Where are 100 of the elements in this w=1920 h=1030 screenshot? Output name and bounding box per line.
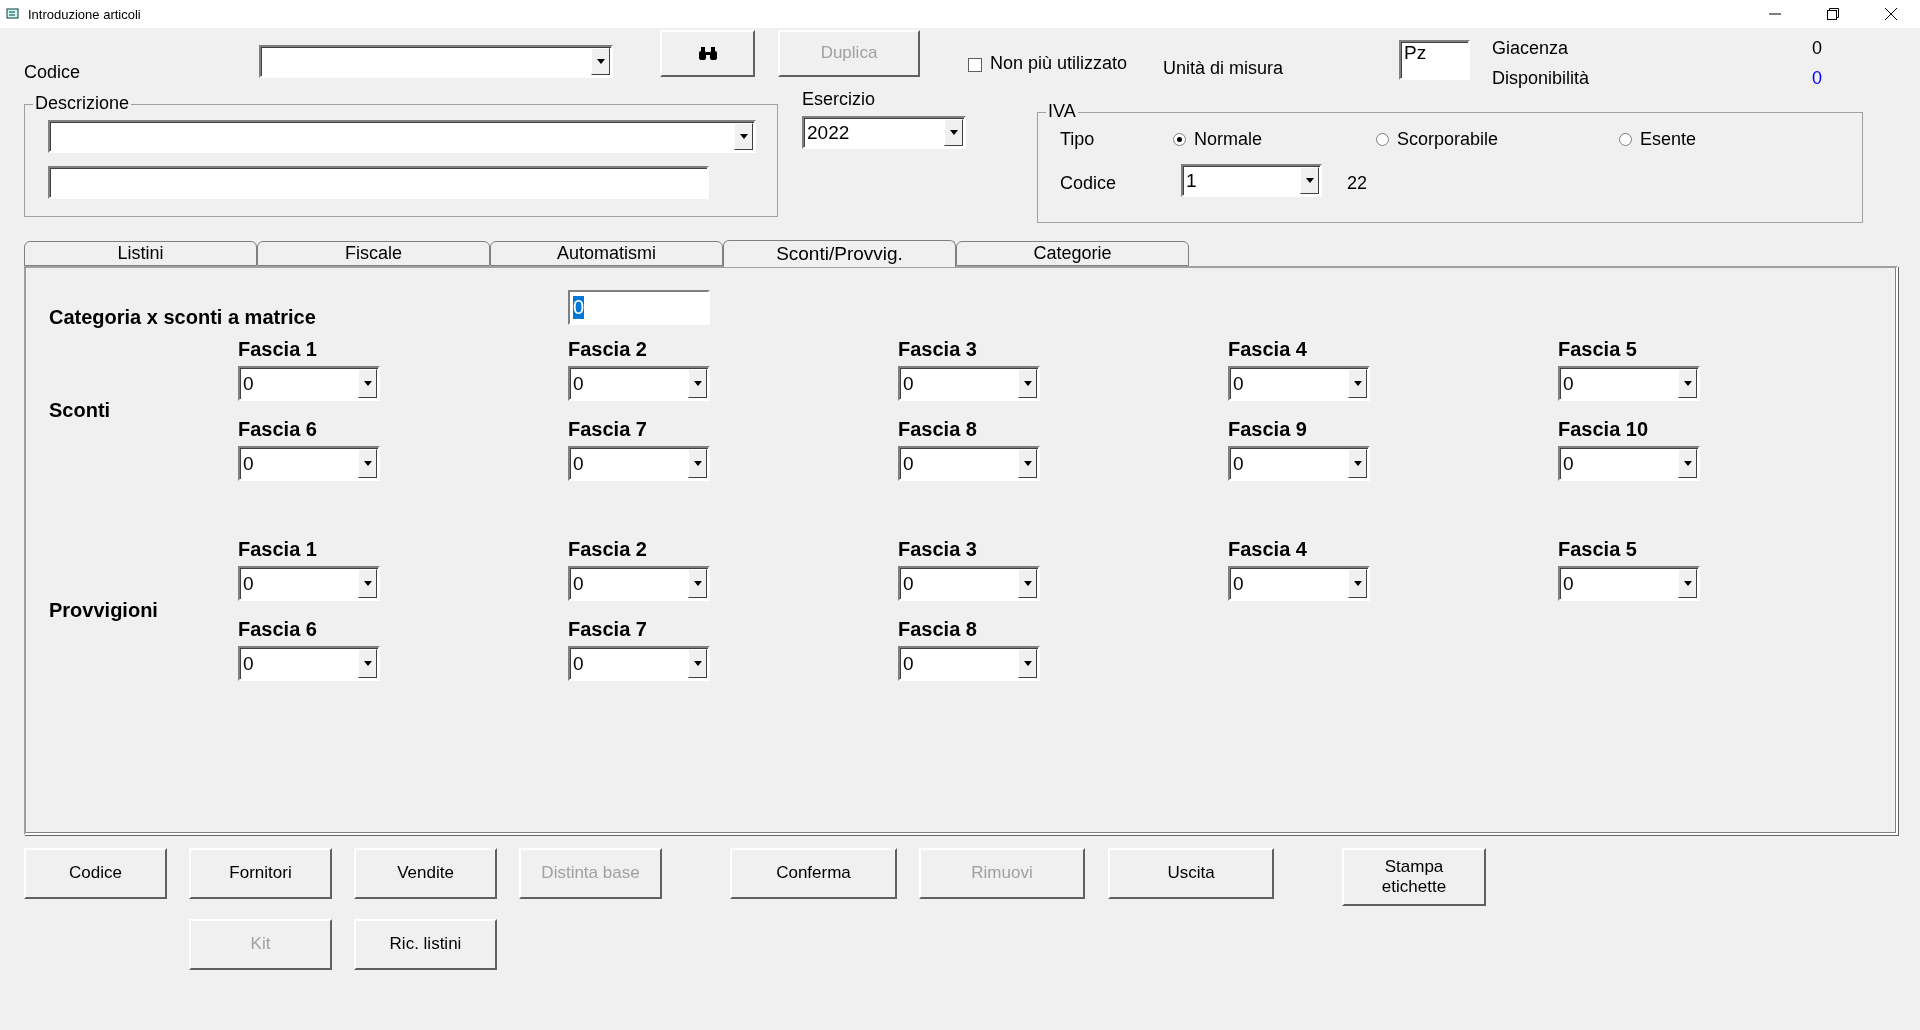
aliquota-value: 22 [1347, 173, 1368, 194]
fascia-combo[interactable]: 0 [1558, 446, 1700, 481]
dropdown-arrow-icon [693, 381, 702, 386]
dropdown-arrow-icon [363, 381, 372, 386]
fascia-combo[interactable]: 0 [238, 366, 380, 401]
iva-codice-label: Codice [1060, 173, 1118, 194]
fascia-combo[interactable]: 0 [1228, 566, 1370, 601]
fascia-label: Fascia 5 [1558, 339, 1638, 359]
tab[interactable]: Categorie [956, 241, 1189, 266]
categoria-field[interactable]: 0 [568, 290, 710, 325]
fascia-label: Fascia 5 [1558, 539, 1638, 559]
fascia-combo[interactable]: 0 [898, 446, 1040, 481]
tab[interactable]: Listini [24, 241, 257, 266]
dropdown-arrow-icon [363, 581, 372, 586]
tab[interactable]: Automatismi [490, 241, 723, 266]
fascia-combo[interactable]: 0 [238, 646, 380, 681]
dropdown-arrow-icon [1023, 381, 1032, 386]
fascia-label: Fascia 3 [898, 539, 978, 559]
action-button[interactable]: Uscita [1108, 848, 1274, 899]
categoria-label: Categoria x sconti a matrice [49, 306, 317, 329]
checkbox-label: Non più utilizzato [990, 53, 1128, 74]
action-button[interactable]: Conferma [730, 848, 897, 899]
codice-label: Codice [24, 62, 82, 83]
dropdown-arrow-icon [949, 130, 958, 135]
binoculars-icon [697, 46, 718, 61]
radio-option[interactable]: Normale [1173, 129, 1376, 150]
unita-di-misura-field[interactable]: Pz [1399, 40, 1471, 80]
fascia-combo[interactable]: 0 [898, 646, 1040, 681]
fascia-combo[interactable]: 0 [238, 446, 380, 481]
dropdown-arrow-icon [1305, 178, 1314, 183]
dropdown-arrow-icon [1353, 581, 1362, 586]
dropdown-arrow-icon [1353, 461, 1362, 466]
unita-di-misura-label: Unità di misura [1163, 58, 1285, 79]
tipo-label: Tipo [1060, 129, 1096, 150]
fascia-label: Fascia 10 [1558, 419, 1650, 439]
restore-icon [1827, 8, 1839, 20]
fascia-combo[interactable]: 0 [1228, 366, 1370, 401]
fascia-combo[interactable]: 0 [568, 366, 710, 401]
tab[interactable]: Sconti/Provvig. [723, 240, 956, 267]
radio-option[interactable]: Esente [1619, 129, 1862, 150]
descrizione-field[interactable] [48, 166, 709, 199]
action-button[interactable]: Ric. listini [354, 919, 497, 970]
giacenza-label: Giacenza [1492, 38, 1570, 59]
disponibilita-value: 0 [1812, 68, 1823, 89]
window-icon [6, 8, 20, 20]
fascia-combo[interactable]: 0 [568, 646, 710, 681]
codice-combo[interactable] [259, 45, 613, 78]
section-title: Provvigioni [49, 598, 158, 622]
fascia-combo[interactable]: 0 [1558, 366, 1700, 401]
dropdown-arrow-icon [1023, 461, 1032, 466]
checkbox[interactable] [968, 58, 982, 72]
fascia-label: Fascia 7 [568, 619, 648, 639]
tab[interactable]: Fiscale [257, 241, 490, 266]
fascia-combo[interactable]: 0 [238, 566, 380, 601]
esercizio-label: Esercizio [802, 89, 877, 110]
fascia-label: Fascia 1 [238, 539, 318, 559]
fascia-combo[interactable]: 0 [898, 566, 1040, 601]
fascia-combo[interactable]: 0 [568, 446, 710, 481]
giacenza-value: 0 [1812, 38, 1823, 59]
dropdown-arrow-icon [596, 59, 605, 64]
fascia-combo[interactable]: 0 [1558, 566, 1700, 601]
fascia-label: Fascia 6 [238, 419, 318, 439]
dropdown-arrow-icon [739, 134, 748, 139]
fascia-combo[interactable]: 0 [898, 366, 1040, 401]
dropdown-arrow-icon [1683, 581, 1692, 586]
dropdown-arrow-icon [693, 461, 702, 466]
disponibilita-label: Disponibilità [1492, 68, 1591, 89]
action-button[interactable]: Vendite [354, 848, 497, 899]
action-button[interactable]: Codice [24, 848, 167, 899]
fascia-label: Fascia 8 [898, 619, 978, 639]
minimize-icon [1769, 13, 1781, 15]
fascia-label: Fascia 4 [1228, 539, 1308, 559]
search-button[interactable] [660, 30, 755, 77]
fascia-combo[interactable]: 0 [1228, 446, 1370, 481]
action-button[interactable]: Fornitori [189, 848, 332, 899]
action-button[interactable]: Stampa etichette [1342, 848, 1486, 906]
fascia-label: Fascia 4 [1228, 339, 1308, 359]
fascia-label: Fascia 2 [568, 539, 648, 559]
fascia-label: Fascia 9 [1228, 419, 1308, 439]
section-title: Sconti [49, 398, 111, 422]
dropdown-arrow-icon [1353, 381, 1362, 386]
dropdown-arrow-icon [693, 581, 702, 586]
window-title: Introduzione articoli [28, 6, 142, 22]
descrizione-combo[interactable] [48, 120, 756, 153]
dropdown-arrow-icon [1023, 581, 1032, 586]
fascia-label: Fascia 1 [238, 339, 318, 359]
fascia-label: Fascia 7 [568, 419, 648, 439]
fascia-label: Fascia 6 [238, 619, 318, 639]
iva-codice-combo[interactable]: 1 [1181, 164, 1322, 197]
fascia-combo[interactable]: 0 [568, 566, 710, 601]
dropdown-arrow-icon [363, 661, 372, 666]
dropdown-arrow-icon [693, 661, 702, 666]
dropdown-arrow-icon [363, 461, 372, 466]
fascia-label: Fascia 8 [898, 419, 978, 439]
esercizio-combo[interactable]: 2022 [802, 116, 966, 149]
dropdown-arrow-icon [1023, 661, 1032, 666]
radio-option[interactable]: Scorporabile [1375, 129, 1619, 150]
fascia-label: Fascia 3 [898, 339, 978, 359]
close-icon [1885, 8, 1897, 20]
fascia-label: Fascia 2 [568, 339, 648, 359]
